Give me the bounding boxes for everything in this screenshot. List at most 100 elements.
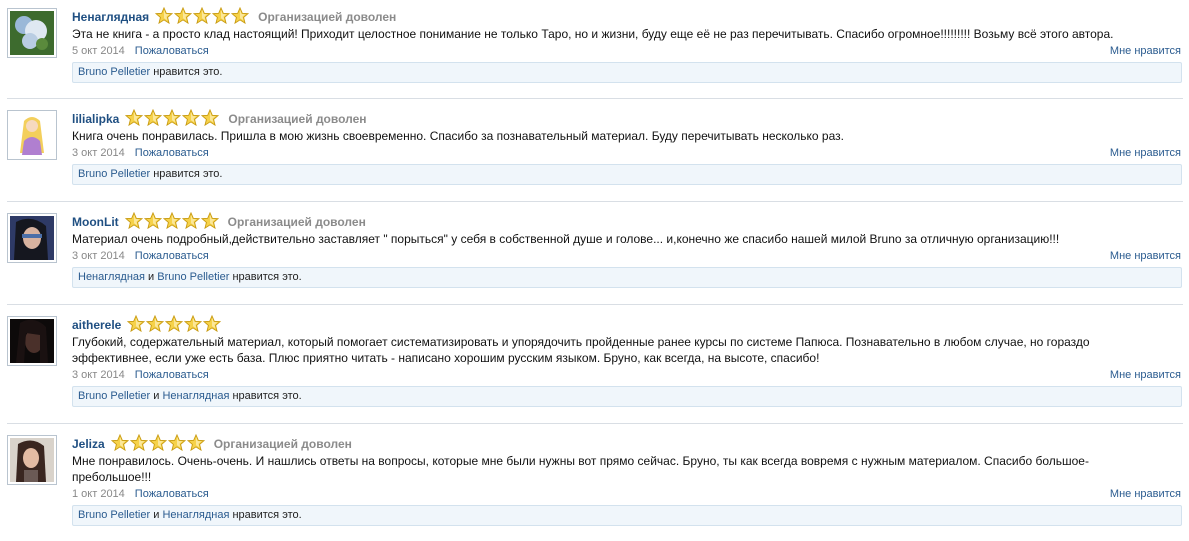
fantasy-avatar (10, 216, 54, 260)
avatar[interactable] (7, 110, 57, 160)
liker-link[interactable]: Bruno Pelletier (78, 390, 150, 402)
review-text-line: Материал очень подробный,действительно з… (72, 232, 1060, 246)
review-text-line: пребольшое!!! (72, 470, 152, 484)
review-text-line: Мне понравилось. Очень-очень. И нашлись … (72, 454, 1089, 468)
liker-link[interactable]: Bruno Pelletier (78, 168, 150, 180)
review-text: Мне понравилось. Очень-очень. И нашлись … (72, 453, 1172, 485)
likes-suffix: нравится это. (153, 168, 223, 180)
report-link[interactable]: Пожаловаться (135, 147, 209, 159)
review-separator (7, 98, 1183, 99)
verdict-label: Организацией доволен (258, 10, 397, 24)
review-meta: 3 окт 2014 Пожаловаться (72, 250, 209, 264)
review-separator (7, 423, 1183, 424)
star-icon (144, 108, 163, 129)
review-date: 3 окт 2014 (72, 250, 125, 262)
review-text-line: Глубокий, содержательный материал, котор… (72, 335, 1090, 349)
liker-link[interactable]: Ненаглядная (78, 271, 145, 283)
review-header: Ненаглядная Организацией доволен (72, 6, 397, 27)
rating-stars (110, 433, 206, 454)
verdict-label: Организацией доволен (228, 112, 367, 126)
likes-suffix: нравится это. (232, 509, 302, 521)
review-separator (7, 304, 1183, 305)
review-header: aitherele (72, 314, 230, 335)
star-icon (200, 211, 220, 232)
star-icon (162, 211, 182, 232)
likes-suffix: нравится это. (232, 271, 302, 283)
review-date: 5 окт 2014 (72, 45, 125, 57)
avatar[interactable] (7, 8, 57, 58)
report-link[interactable]: Пожаловаться (135, 369, 209, 381)
likes-conjunction: и (148, 271, 155, 283)
rating-stars (125, 108, 220, 129)
liker-link[interactable]: Ненаглядная (162, 509, 229, 521)
verdict-label: Организацией доволен (213, 437, 352, 451)
likes-conjunction: и (153, 390, 160, 402)
star-icon (167, 433, 187, 454)
username-link[interactable]: Ненаглядная (72, 10, 149, 24)
like-link[interactable]: Мне нравится (1110, 45, 1181, 57)
review-text: Книга очень понравилась. Пришла в мою жи… (72, 128, 1172, 144)
star-icon (211, 6, 231, 27)
review-header: MoonLit Организацией доволен (72, 211, 366, 232)
star-icon (203, 314, 222, 335)
rating-stars (127, 314, 222, 335)
star-icon (181, 211, 201, 232)
review-date: 1 окт 2014 (72, 488, 125, 500)
avatar[interactable] (7, 316, 57, 366)
like-link[interactable]: Мне нравится (1110, 488, 1181, 500)
review-date: 3 окт 2014 (72, 369, 125, 381)
avatar[interactable] (7, 435, 57, 485)
star-icon (173, 6, 193, 27)
like-link[interactable]: Мне нравится (1110, 369, 1181, 381)
likes-box: Bruno Pelletier и Ненаглядная нравится э… (72, 386, 1182, 407)
star-icon (146, 314, 165, 335)
selfie-avatar (10, 438, 54, 482)
star-icon (186, 433, 206, 454)
star-icon (143, 211, 163, 232)
review-date: 3 окт 2014 (72, 147, 125, 159)
star-icon (201, 108, 220, 129)
report-link[interactable]: Пожаловаться (135, 250, 209, 262)
review-text-line: эффективнее, если уже есть база. Плюс пр… (72, 351, 820, 365)
review-meta: 5 окт 2014 Пожаловаться (72, 45, 209, 59)
report-link[interactable]: Пожаловаться (135, 45, 209, 57)
likes-box: Bruno Pelletier нравится это. (72, 164, 1182, 185)
username-link[interactable]: aitherele (72, 318, 121, 332)
review-header: lilialipka Организацией доволен (72, 108, 367, 129)
username-link[interactable]: Jeliza (72, 437, 105, 451)
rating-stars (124, 211, 220, 232)
review-text: Эта не книга - а просто клад настоящий! … (72, 26, 1172, 42)
liker-link[interactable]: Bruno Pelletier (157, 271, 229, 283)
dark-portrait-avatar (10, 319, 54, 363)
username-link[interactable]: MoonLit (72, 215, 119, 229)
star-icon (182, 108, 201, 129)
likes-conjunction: и (153, 509, 160, 521)
like-link[interactable]: Мне нравится (1110, 147, 1181, 159)
review-separator (7, 201, 1183, 202)
star-icon (154, 6, 174, 27)
liker-link[interactable]: Bruno Pelletier (78, 66, 150, 78)
like-link[interactable]: Мне нравится (1110, 250, 1181, 262)
username-link[interactable]: lilialipka (72, 112, 119, 126)
review-text-line: Эта не книга - а просто клад настоящий! … (72, 27, 1114, 41)
liker-link[interactable]: Ненаглядная (162, 390, 229, 402)
flower-avatar (10, 11, 54, 55)
star-icon (127, 314, 146, 335)
star-icon (163, 108, 182, 129)
liker-link[interactable]: Bruno Pelletier (78, 509, 150, 521)
report-link[interactable]: Пожаловаться (135, 488, 209, 500)
star-icon (110, 433, 130, 454)
star-icon (124, 211, 144, 232)
avatar[interactable] (7, 213, 57, 263)
likes-box: Ненаглядная и Bruno Pelletier нравится э… (72, 267, 1182, 288)
likes-box: Bruno Pelletier нравится это. (72, 62, 1182, 83)
review-text-line: Книга очень понравилась. Пришла в мою жи… (72, 129, 844, 143)
star-icon (148, 433, 168, 454)
rating-stars (154, 6, 250, 27)
review-meta: 1 окт 2014 Пожаловаться (72, 488, 209, 502)
review-meta: 3 окт 2014 Пожаловаться (72, 147, 209, 161)
star-icon (165, 314, 184, 335)
likes-box: Bruno Pelletier и Ненаглядная нравится э… (72, 505, 1182, 526)
likes-suffix: нравится это. (232, 390, 302, 402)
star-icon (125, 108, 144, 129)
